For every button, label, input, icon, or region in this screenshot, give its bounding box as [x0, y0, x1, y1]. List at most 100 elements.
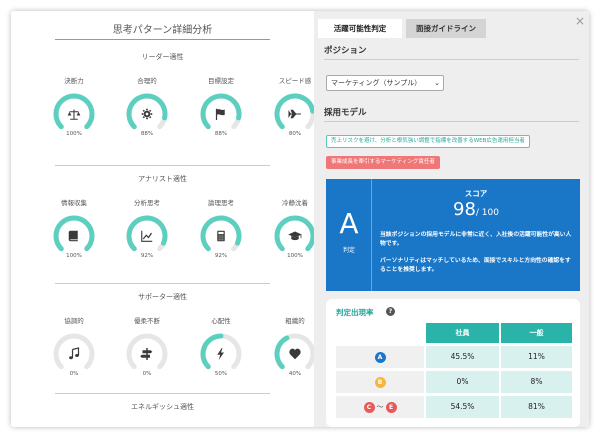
title-divider: [55, 39, 270, 40]
tab-bar: 活躍可能性判定 面接ガイドライン ×: [314, 11, 589, 38]
range-tilde: 〜: [376, 403, 384, 411]
thinking-pattern-panel: 思考パターン詳細分析 リーダー適性決断力 100% 合理的 88% 目標設定 88% スピー…: [11, 11, 317, 427]
score-description: 当該ポジションの採用モデルに非常に近く、入社後の活躍可能性が高い人物です。: [380, 232, 572, 247]
gauge-percent: 0%: [69, 371, 79, 377]
gauge-label: 心配性: [211, 317, 231, 325]
gauge-airplane: スピード感 80%: [273, 76, 317, 137]
gauge-book: 情報収集 100%: [52, 198, 96, 259]
hiring-model-tag[interactable]: 事業成長を牽引するマーケティング責任者: [326, 156, 440, 169]
hiring-model-label: 採用モデル: [324, 108, 367, 118]
grade-a-badge: A: [374, 351, 386, 363]
score-box: A 判定 スコア 98/ 100 当該ポジションの採用モデルに非常に近く、入社後…: [326, 179, 580, 291]
gauge-label: 決断力: [64, 77, 84, 85]
section-title: エネルギッシュ適性: [131, 403, 194, 411]
grade-b-badge: B: [374, 376, 386, 388]
tab-success-judgement[interactable]: 活躍可能性判定: [318, 19, 402, 38]
gauge-heart: 粗織的 40%: [273, 316, 317, 377]
employee-rate: 0%: [426, 371, 499, 393]
gauge-ring: [53, 333, 95, 370]
general-rate: 81%: [501, 396, 572, 418]
gauge-ring: [200, 93, 242, 130]
score-value: 98/ 100: [372, 199, 580, 220]
book-icon: [68, 230, 78, 242]
score-number: 98: [453, 199, 476, 220]
gauge-percent: 88%: [214, 131, 228, 137]
grade-caption: 判定: [342, 247, 355, 254]
gauge-percent: 88%: [140, 131, 154, 137]
section-divider: [55, 283, 270, 284]
close-icon[interactable]: ×: [575, 15, 585, 27]
section-divider: [55, 165, 270, 166]
occurrence-rate-card: 判定出現率 ? 社員 一般 A 45.5% 11% B 0% 8% C〜E: [326, 299, 580, 427]
graduation-cap-icon: [288, 231, 302, 241]
score-recommendation: パーソナリティはマッチしているため、面接でスキルと方向性の確認をすることを推奨し…: [380, 258, 571, 273]
lightning-icon: [217, 348, 224, 360]
hiring-model-divider: [324, 121, 579, 122]
gauge-fill: [126, 215, 168, 252]
gear-icon: [141, 108, 153, 120]
chevron-down-icon: ⌄: [434, 79, 440, 87]
judgement-panel: 活躍可能性判定 面接ガイドライン × ポジション マーケティング（サンプル） ⌄…: [314, 11, 589, 427]
grade-column: A 判定: [326, 179, 372, 291]
general-rate: 11%: [501, 346, 572, 368]
gauge-ring: [274, 93, 316, 130]
gauge-percent: 92%: [214, 253, 228, 259]
grade-e-badge: E: [385, 401, 397, 413]
gauge-label: スピード感: [278, 77, 312, 85]
tab-interview-guideline[interactable]: 面接ガイドライン: [406, 19, 486, 38]
gauge-fill: [200, 333, 224, 370]
table-row: C 〜 E 54.5% 81%: [336, 396, 572, 418]
gauge-graduation-cap: 冷静沈着 100%: [273, 198, 317, 259]
gauge-label: 協調的: [64, 317, 84, 325]
gauge-percent: 80%: [288, 131, 302, 137]
score-max: / 100: [475, 208, 499, 218]
gauge-fill: [274, 335, 290, 370]
gauge-percent: 100%: [66, 131, 82, 137]
gauge-percent: 100%: [287, 253, 303, 259]
section-title: リーダー適性: [141, 53, 184, 61]
gauge-flag: 目標設定 88%: [199, 76, 243, 137]
position-divider: [324, 59, 579, 60]
gauge-label: 分析思考: [134, 199, 160, 207]
panel-title: 思考パターン詳細分析: [112, 25, 213, 36]
gauge-track: [53, 333, 95, 370]
gauge-trend-chart: 分析思考 92%: [125, 198, 169, 259]
grade-cell: C 〜 E: [336, 396, 424, 418]
hiring-model-tag[interactable]: 売上リスクを避け、分析と根気強い調整で指標を改善するWEB広告運用担当者: [326, 135, 530, 148]
general-rate: 8%: [501, 371, 572, 393]
section-title: アナリスト適性: [138, 175, 187, 183]
header-employee: 社員: [426, 323, 499, 343]
gauge-music-note: 協調的 0%: [52, 316, 96, 377]
gauge-label: 情報収集: [61, 199, 87, 207]
gauge-scales: 決断力 100%: [52, 76, 96, 137]
employee-rate: 54.5%: [426, 396, 499, 418]
flag-icon: [215, 108, 225, 120]
section-divider: [55, 393, 270, 394]
gauge-label: 優柔不断: [134, 317, 160, 325]
gauge-ring: [274, 333, 316, 370]
gauge-fill: [274, 93, 316, 130]
gauge-ring: [274, 215, 316, 252]
score-title: スコア: [464, 189, 488, 198]
gauge-ring: [126, 93, 168, 130]
gauge-label: 論理思考: [208, 199, 234, 207]
gauge-signpost: 優柔不断 0%: [125, 316, 169, 377]
gauge-percent: 100%: [66, 253, 82, 259]
position-label: ポジション: [324, 46, 367, 56]
trend-chart-icon: [141, 230, 153, 242]
table-row: A 45.5% 11%: [336, 346, 572, 368]
gauge-percent: 40%: [288, 371, 302, 377]
position-select[interactable]: マーケティング（サンプル） ⌄: [326, 75, 444, 91]
gauge-percent: 0%: [142, 371, 152, 377]
section-title: サポーター適性: [138, 293, 187, 301]
calculator-icon: [217, 230, 225, 242]
gauge-label: 目標設定: [208, 77, 234, 85]
signpost-icon: [140, 348, 153, 360]
gauge-calculator: 論理思考 92%: [199, 198, 243, 259]
gauge-lightning: 心配性 50%: [199, 316, 243, 377]
help-icon[interactable]: ?: [386, 307, 395, 316]
gauge-ring: [53, 93, 95, 130]
employee-rate: 45.5%: [426, 346, 499, 368]
gauge-label: 合理的: [137, 77, 157, 85]
gauge-ring: [126, 333, 168, 370]
